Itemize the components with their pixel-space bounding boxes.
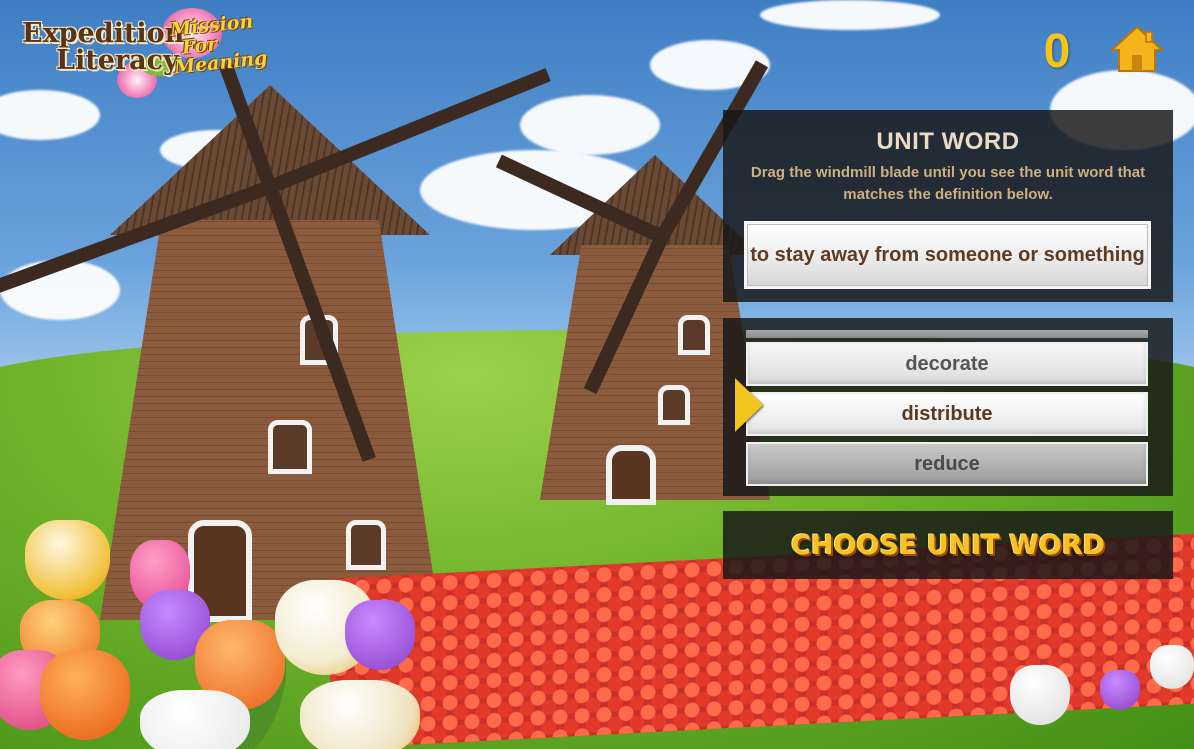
wheel-option[interactable]: decorate (746, 342, 1148, 386)
windmill-window (678, 315, 710, 355)
wheel-option[interactable]: reduce (746, 442, 1148, 486)
panel-title: UNIT WORD (876, 128, 1020, 155)
tulip (140, 690, 250, 749)
cloud (520, 95, 660, 155)
choose-panel: CHOOSE UNIT WORD (723, 511, 1173, 579)
cloud (760, 0, 940, 30)
tulip (25, 520, 110, 600)
word-wheel-panel[interactable]: decorate distribute reduce (723, 318, 1173, 496)
tulip (1150, 645, 1194, 689)
windmill-roof (110, 85, 430, 235)
definition-box: to stay away from someone or something (744, 221, 1151, 289)
logo-subtitle: Mission For Meaning (169, 10, 268, 78)
tulip (40, 650, 130, 740)
windmill-window (346, 520, 386, 570)
instructions-text: Drag the windmill blade until you see th… (750, 164, 1146, 203)
tulip (345, 600, 415, 670)
triangle-pointer-icon (735, 378, 763, 432)
logo-title: Expedition Literacy (22, 20, 184, 74)
tulip (300, 680, 420, 749)
tulip (1010, 665, 1070, 725)
logo-line-expedition: Expedition (22, 18, 185, 49)
wheel-option-edge (746, 330, 1148, 338)
logo-line-literacy: Literacy (56, 45, 179, 76)
choose-unit-word-button[interactable]: CHOOSE UNIT WORD (723, 511, 1173, 579)
score-counter: 0 (1043, 25, 1071, 78)
definition-panel: UNIT WORD Drag the windmill blade until … (723, 110, 1173, 302)
game-logo: Expedition Literacy Mission For Meaning (22, 8, 282, 100)
tulip (1100, 670, 1140, 710)
wheel-option-selected[interactable]: distribute (746, 392, 1148, 436)
windmill-left (80, 80, 460, 622)
windmill-door (606, 445, 656, 505)
home-icon (1109, 25, 1165, 72)
windmill-window (658, 385, 690, 425)
windmill-window (268, 420, 312, 474)
home-button[interactable] (1109, 24, 1165, 74)
